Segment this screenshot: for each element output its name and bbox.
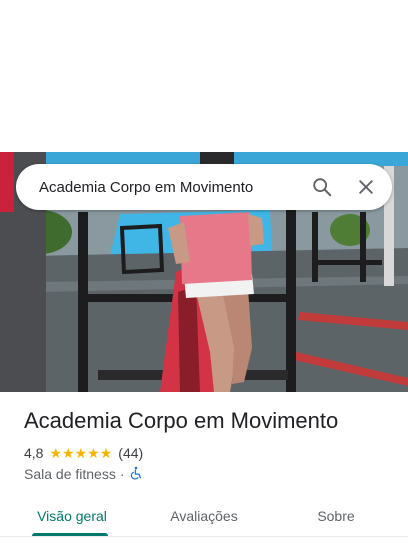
active-tab-indicator [32, 533, 108, 536]
star-icon: ★ [62, 445, 75, 461]
place-title: Academia Corpo em Movimento [24, 408, 339, 433]
search-bar[interactable]: Academia Corpo em Movimento [16, 164, 392, 210]
star-icon: ★ [74, 445, 88, 461]
search-input[interactable]: Academia Corpo em Movimento [16, 179, 302, 196]
rating-row[interactable]: 4,8 ★ ★ ★ ★ ★ (44) [24, 444, 143, 462]
close-icon[interactable] [346, 167, 386, 207]
tab-reviews[interactable]: Avaliações [152, 496, 256, 536]
wheelchair-accessible-icon [129, 466, 143, 483]
category-row: Sala de fitness · [24, 465, 143, 483]
star-icon: ★ [87, 445, 100, 461]
star-icon: ★ [49, 445, 63, 461]
tab-overview[interactable]: Visão geral [20, 496, 124, 536]
review-count[interactable]: (44) [118, 445, 143, 461]
star-icon: ★ [99, 445, 113, 461]
rating-stars: ★ ★ ★ ★ ★ [49, 446, 112, 460]
tab-about[interactable]: Sobre [284, 496, 388, 536]
search-icon[interactable] [302, 167, 342, 207]
place-category: Sala de fitness [24, 466, 116, 482]
rating-value: 4,8 [24, 445, 44, 461]
separator: · [119, 466, 125, 482]
tab-bar: Visão geral Avaliações Sobre [0, 496, 408, 537]
